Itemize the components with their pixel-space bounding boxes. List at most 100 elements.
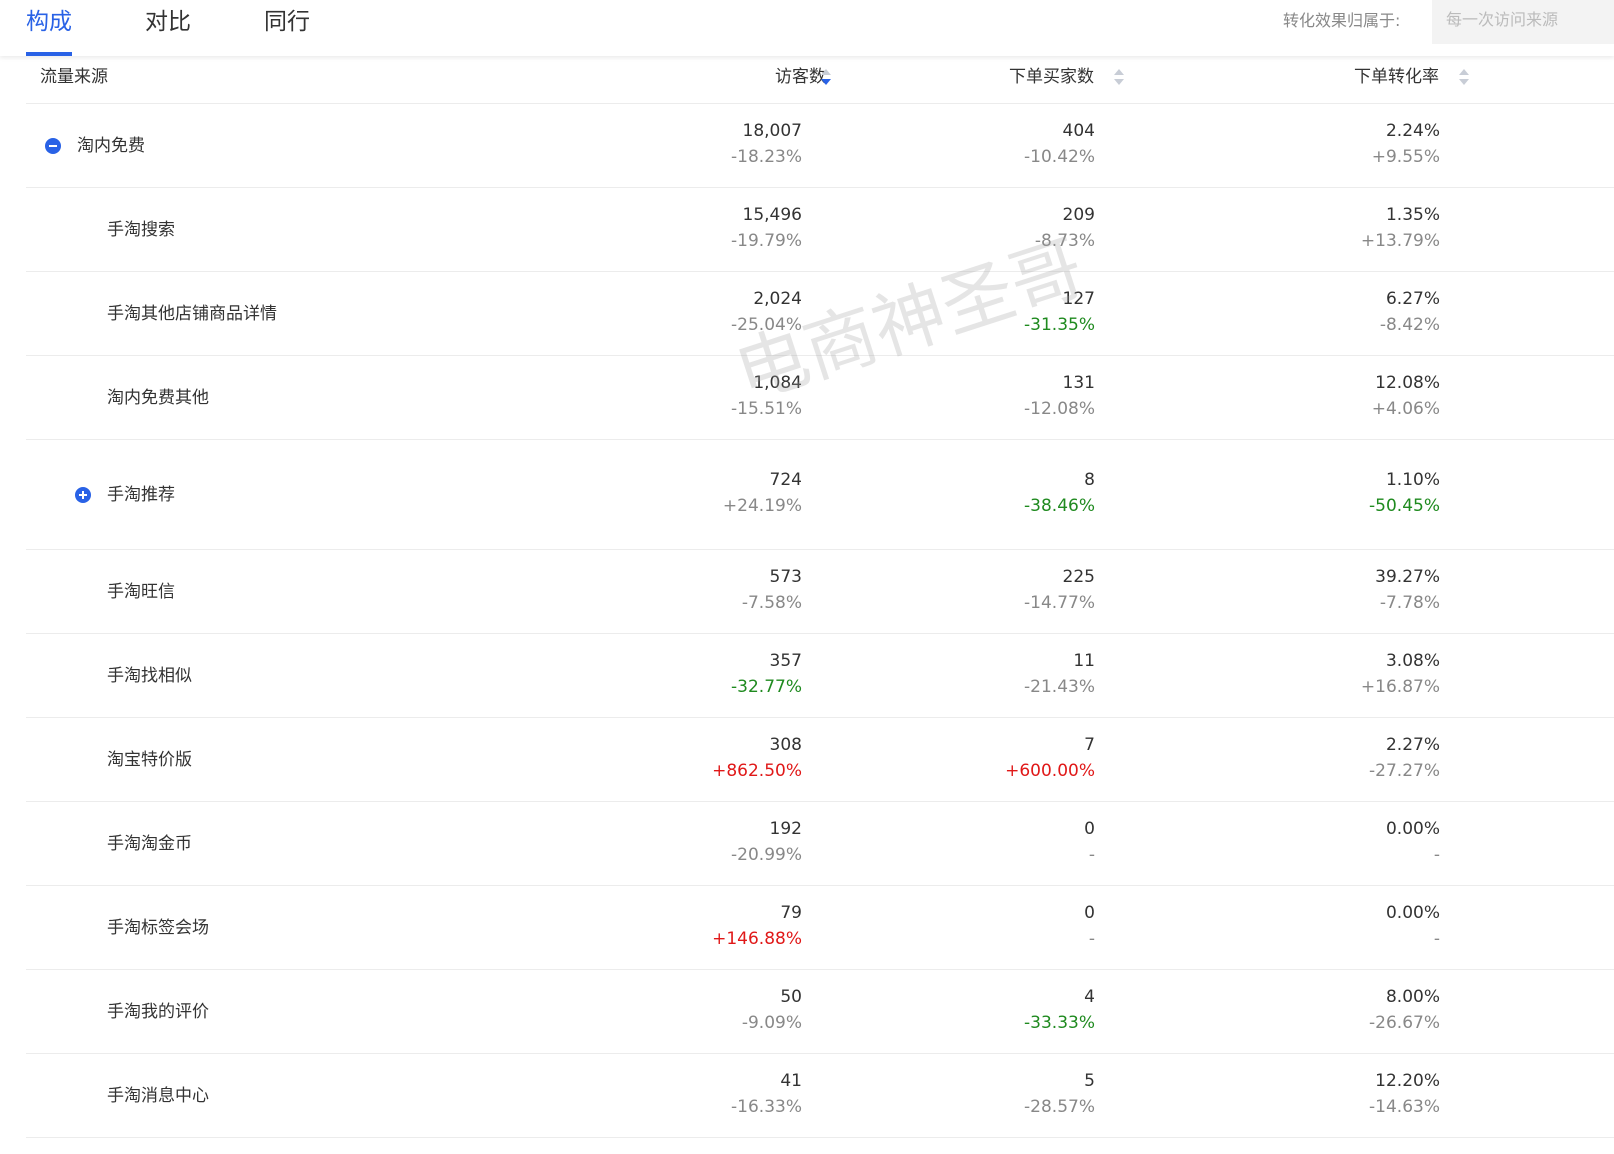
cell-conversion: 8.00% -26.67% [1240, 984, 1440, 1036]
row-source-name: 手淘找相似 [107, 666, 192, 686]
cell-visitors: 1,084 -15.51% [602, 370, 802, 422]
buyers-change: -12.08% [1024, 399, 1095, 419]
visitors-value: 41 [780, 1071, 802, 1091]
buyers-value: 4 [1084, 987, 1095, 1007]
cell-visitors: 15,496 -19.79% [602, 202, 802, 254]
conversion-value: 1.10% [1385, 470, 1440, 490]
table-row[interactable]: 手淘搜索 15,496 -19.79% 209 -8.73% 1.35% +13.79% [26, 188, 1614, 272]
visitors-value: 357 [769, 651, 802, 671]
buyers-change: -38.46% [1024, 496, 1095, 516]
table-row[interactable]: 手淘标签会场 79 +146.88% 0-0.00% - [26, 886, 1614, 970]
cell-buyers: 5 -28.57% [895, 1068, 1095, 1120]
row-source-name: 手淘消息中心 [107, 1086, 209, 1106]
attribution-label: 转化效果归属于: [1283, 11, 1401, 30]
buyers-change: -31.35% [1024, 315, 1095, 335]
buyers-value: 404 [1062, 121, 1095, 141]
conversion-change: -50.45% [1369, 496, 1440, 516]
tab-comparison[interactable]: 对比 [145, 6, 191, 56]
cell-buyers: 209 -8.73% [895, 202, 1095, 254]
cell-conversion: 0.00% - [1240, 816, 1440, 868]
visitors-change: -32.77% [731, 677, 802, 697]
buyers-value: 5 [1084, 1071, 1095, 1091]
column-header-conversion-label: 下单转化率 [1354, 67, 1439, 87]
table-row[interactable]: 淘宝特价版 308 +862.50% 7 +600.00% 2.27% -27.27% [26, 718, 1614, 802]
table-row[interactable]: 手淘旺信 573 -7.58% 225 -14.77% 39.27% -7.78% [26, 550, 1614, 634]
visitors-change: -7.58% [741, 593, 802, 613]
visitors-value: 573 [769, 567, 802, 587]
visitors-value: 2,024 [753, 289, 802, 309]
cell-visitors: 357 -32.77% [602, 648, 802, 700]
buyers-change: - [1088, 929, 1095, 949]
row-source-name: 淘内免费 [77, 136, 145, 156]
attribution-select[interactable]: 每一次访问来源 [1432, 0, 1614, 44]
visitors-value: 192 [769, 819, 802, 839]
conversion-change: +16.87% [1360, 677, 1440, 697]
table-header: 流量来源 访客数 下单买家数 下单转化率 [26, 56, 1614, 104]
table-row[interactable]: 手淘消息中心 41 -16.33% 5 -28.57% 12.20% -14.63% [26, 1054, 1614, 1138]
table-row[interactable]: 淘内免费 18,007 -18.23% 404 -10.42% 2.24% +9.55% [26, 104, 1614, 188]
visitors-value: 308 [769, 735, 802, 755]
conversion-value: 8.00% [1385, 987, 1440, 1007]
expand-icon[interactable] [75, 487, 91, 503]
row-source-name: 手淘标签会场 [107, 918, 209, 938]
visitors-change: -9.09% [741, 1013, 802, 1033]
buyers-change: -10.42% [1024, 147, 1095, 167]
sort-conversion-icon[interactable] [1459, 68, 1469, 86]
cell-visitors: 308 +862.50% [602, 732, 802, 784]
buyers-change: -21.43% [1024, 677, 1095, 697]
visitors-value: 18,007 [742, 121, 802, 141]
conversion-change: +13.79% [1360, 231, 1440, 251]
buyers-value: 209 [1062, 205, 1095, 225]
tab-peers[interactable]: 同行 [264, 6, 310, 56]
cell-visitors: 2,024 -25.04% [602, 286, 802, 338]
table-row[interactable]: 手淘找相似 357 -32.77% 11 -21.43% 3.08% +16.87% [26, 634, 1614, 718]
table-row[interactable]: 手淘淘金币 192 -20.99% 0-0.00% - [26, 802, 1614, 886]
visitors-change: -18.23% [731, 147, 802, 167]
conversion-change: -7.78% [1379, 593, 1440, 613]
cell-visitors: 18,007 -18.23% [602, 118, 802, 170]
visitors-value: 724 [769, 470, 802, 490]
sort-visitors-icon[interactable] [821, 68, 831, 86]
buyers-value: 0 [1084, 819, 1095, 839]
buyers-value: 127 [1062, 289, 1095, 309]
conversion-value: 3.08% [1385, 651, 1440, 671]
buyers-value: 0 [1084, 903, 1095, 923]
cell-buyers: 225 -14.77% [895, 564, 1095, 616]
sort-buyers-icon[interactable] [1114, 68, 1124, 86]
collapse-icon[interactable] [45, 138, 61, 154]
visitors-change: +24.19% [722, 496, 802, 516]
cell-buyers: 127 -31.35% [895, 286, 1095, 338]
column-header-conversion[interactable]: 下单转化率 [1326, 66, 1439, 88]
conversion-change: - [1433, 845, 1440, 865]
cell-visitors: 50 -9.09% [602, 984, 802, 1036]
cell-buyers: 4 -33.33% [895, 984, 1095, 1036]
cell-buyers: 0- [895, 816, 1095, 868]
buyers-change: -28.57% [1024, 1097, 1095, 1117]
cell-conversion: 6.27% -8.42% [1240, 286, 1440, 338]
buyers-value: 131 [1062, 373, 1095, 393]
cell-buyers: 7 +600.00% [895, 732, 1095, 784]
cell-conversion: 2.24% +9.55% [1240, 118, 1440, 170]
cell-buyers: 404 -10.42% [895, 118, 1095, 170]
tab-composition[interactable]: 构成 [26, 6, 72, 56]
column-header-buyers-label: 下单买家数 [1009, 67, 1094, 87]
column-header-buyers[interactable]: 下单买家数 [976, 66, 1094, 88]
buyers-value: 7 [1084, 735, 1095, 755]
table-row[interactable]: 手淘我的评价 50 -9.09% 4 -33.33% 8.00% -26.67% [26, 970, 1614, 1054]
cell-conversion: 0.00% - [1240, 900, 1440, 952]
buyers-change: +600.00% [1005, 761, 1095, 781]
visitors-change: +862.50% [712, 761, 802, 781]
buyers-change: -33.33% [1024, 1013, 1095, 1033]
table-row[interactable]: 手淘推荐 724 +24.19% 8 -38.46% 1.10% -50.45% [26, 440, 1614, 550]
visitors-change: +146.88% [712, 929, 802, 949]
column-header-visitors[interactable]: 访客数 [726, 66, 826, 88]
cell-buyers: 0- [895, 900, 1095, 952]
top-bar: 构成 对比 同行 转化效果归属于: 每一次访问来源 [0, 0, 1614, 56]
table-row[interactable]: 淘内免费其他 1,084 -15.51% 131 -12.08% 12.08% +4.06% [26, 356, 1614, 440]
row-source-name: 淘宝特价版 [107, 750, 192, 770]
buyers-value: 11 [1073, 651, 1095, 671]
conversion-value: 12.08% [1375, 373, 1440, 393]
conversion-change: -27.27% [1369, 761, 1440, 781]
table-row[interactable]: 手淘其他店铺商品详情 2,024 -25.04% 127 -31.35% 6.27% -8.… [26, 272, 1614, 356]
conversion-change: - [1433, 929, 1440, 949]
